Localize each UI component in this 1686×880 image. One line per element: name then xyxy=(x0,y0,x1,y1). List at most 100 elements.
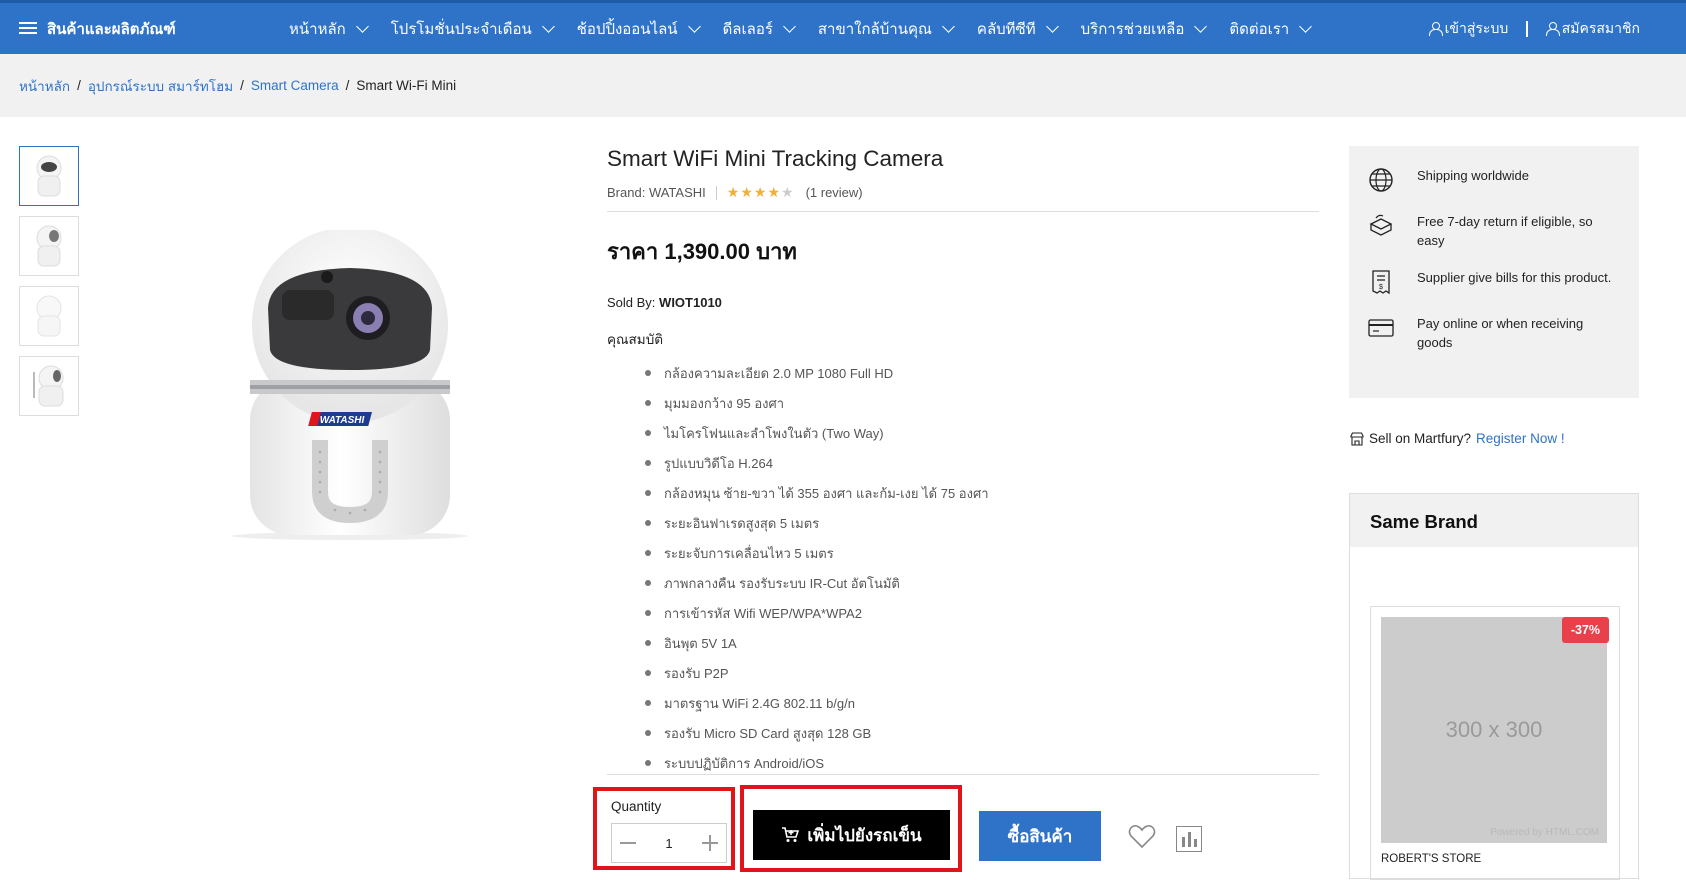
nav-item-online-shopping[interactable]: ช้อปปิ้งออนไลน์ xyxy=(576,17,701,41)
nav-item-dealers[interactable]: ดีลเลอร์ xyxy=(722,17,796,41)
brand-label: Brand: xyxy=(607,185,646,200)
divider xyxy=(715,185,717,200)
placeholder-text: 300 x 300 xyxy=(1445,717,1543,742)
powered-by-text: Powered by HTML.COM xyxy=(1490,827,1599,838)
chevron-down-icon xyxy=(687,19,701,33)
nav-item-branches[interactable]: สาขาใกล้บ้านคุณ xyxy=(817,17,955,41)
seller-name[interactable]: WIOT1010 xyxy=(659,295,722,310)
feature-item: ไมโครโฟนและลำโพงในตัว (Two Way) xyxy=(664,418,1319,448)
top-navbar: สินค้าและผลิตภัณฑ์ หน้าหลัก โปรโมชั่นประ… xyxy=(0,0,1686,54)
category-menu-label: สินค้าและผลิตภัณฑ์ xyxy=(47,20,176,38)
add-to-cart-label: เพิ่มไปยังรถเข็น xyxy=(807,825,922,845)
nav-item-support[interactable]: บริการช่วยเหลือ xyxy=(1080,17,1208,41)
service-text: Shipping worldwide xyxy=(1417,168,1530,183)
register-link[interactable]: สมัครสมาชิก xyxy=(1545,18,1640,40)
service-text: Supplier give bills for this product. xyxy=(1417,270,1612,285)
nav-item-contact[interactable]: ติดต่อเรา xyxy=(1229,17,1313,41)
bill-icon: $ xyxy=(1372,270,1390,295)
breadcrumb-separator: / xyxy=(77,78,81,93)
heart-icon[interactable] xyxy=(1128,824,1156,854)
breadcrumb-home[interactable]: หน้าหลัก xyxy=(19,75,70,97)
product-thumbnails xyxy=(19,146,79,426)
add-to-cart-highlight: เพิ่มไปยังรถเข็น xyxy=(740,785,962,872)
nav-item-label: ดีลเลอร์ xyxy=(722,20,773,38)
login-link[interactable]: เข้าสู่ระบบ xyxy=(1428,18,1509,40)
feature-list: กล้องความละเอียด 2.0 MP 1080 Full HD มุม… xyxy=(664,358,1319,778)
service-text: Pay online or when receiving goods xyxy=(1417,316,1584,350)
sell-text: Sell on Martfury? xyxy=(1369,431,1472,446)
feature-item: รองรับ Micro SD Card สูงสุด 128 GB xyxy=(664,718,1319,748)
store-name[interactable]: ROBERT'S STORE xyxy=(1381,853,1481,865)
feature-item: อินพุต 5V 1A xyxy=(664,628,1319,658)
same-brand-title: Same Brand xyxy=(1350,494,1638,547)
plus-icon[interactable] xyxy=(701,835,718,851)
service-text: Free 7-day return if eligible, so easy xyxy=(1417,214,1593,248)
product-card-image[interactable]: 300 x 300 Powered by HTML.COM xyxy=(1381,617,1607,843)
services-panel: Shipping worldwide Free 7-day return if … xyxy=(1349,146,1639,398)
star-empty-icon: ★ xyxy=(781,184,794,200)
minus-icon[interactable] xyxy=(620,842,636,844)
sold-by-label: Sold By: xyxy=(607,295,656,310)
breadcrumb-current: Smart Wi-Fi Mini xyxy=(356,78,457,93)
features-title: คุณสมบัติ xyxy=(607,332,664,347)
breadcrumb-separator: / xyxy=(240,78,244,93)
register-label: สมัครสมาชิก xyxy=(1561,19,1640,36)
auth-links: เข้าสู่ระบบ สมัครสมาชิก xyxy=(1428,3,1640,54)
camera-brand-logo: WATASHI xyxy=(320,415,365,426)
globe-icon xyxy=(1369,168,1393,192)
nav-item-label: สาขาใกล้บ้านคุณ xyxy=(817,20,932,38)
quantity-stepper: 1 xyxy=(611,823,727,863)
return-box-icon xyxy=(1369,214,1393,236)
sell-on-martfury: Sell on Martfury? Register Now ! xyxy=(1350,431,1565,446)
product-main-image[interactable]: WATASHI xyxy=(220,227,480,540)
login-label: เข้าสู่ระบบ xyxy=(1444,19,1509,36)
same-brand-widget: Same Brand 300 x 300 Powered by HTML.COM… xyxy=(1349,493,1639,880)
star-icon: ★ xyxy=(726,184,740,200)
buy-now-button[interactable]: ซื้อสินค้า xyxy=(979,811,1101,861)
chevron-down-icon xyxy=(1194,19,1208,33)
service-item: Free 7-day return if eligible, so easy xyxy=(1367,212,1621,250)
breadcrumb-separator: / xyxy=(345,78,350,93)
product-card[interactable]: 300 x 300 Powered by HTML.COM -37% ROBER… xyxy=(1370,606,1620,880)
service-item: $ Supplier give bills for this product. xyxy=(1367,268,1621,296)
hamburger-icon[interactable] xyxy=(19,22,37,35)
register-now-link[interactable]: Register Now ! xyxy=(1476,431,1565,446)
quantity-input[interactable]: 1 xyxy=(665,836,672,851)
product-info: Smart WiFi Mini Tracking Camera Brand: W… xyxy=(607,146,1319,778)
add-to-cart-button[interactable]: เพิ่มไปยังรถเข็น xyxy=(753,810,950,860)
nav-item-club[interactable]: คลับทีซีที xyxy=(976,17,1059,41)
star-icon: ★ xyxy=(767,184,780,200)
thumbnail-1[interactable] xyxy=(19,146,79,206)
feature-item: ระยะอินฟาเรดสูงสุด 5 เมตร xyxy=(664,508,1319,538)
thumbnail-4[interactable] xyxy=(19,356,79,416)
nav-item-label: คลับทีซีที xyxy=(976,20,1036,38)
divider xyxy=(1526,20,1528,37)
nav-item-label: บริการช่วยเหลือ xyxy=(1080,20,1185,38)
feature-item: มุมมองกว้าง 95 องศา xyxy=(664,388,1319,418)
discount-badge: -37% xyxy=(1561,617,1609,643)
sold-by: Sold By: WIOT1010 xyxy=(607,295,1319,310)
thumbnail-3[interactable] xyxy=(19,286,79,346)
user-icon xyxy=(1428,22,1443,36)
feature-item: มาตรฐาน WiFi 2.4G 802.11 b/g/n xyxy=(664,688,1319,718)
cart-icon xyxy=(782,827,800,842)
review-count-link[interactable]: (1 review) xyxy=(806,185,863,200)
nav-item-home[interactable]: หน้าหลัก xyxy=(289,17,369,41)
product-title: Smart WiFi Mini Tracking Camera xyxy=(607,146,944,171)
chevron-down-icon xyxy=(1045,19,1059,33)
breadcrumb-category[interactable]: อุปกรณ์ระบบ สมาร์ทโฮม xyxy=(88,75,233,97)
credit-card-icon xyxy=(1368,319,1394,337)
nav-item-label: ติดต่อเรา xyxy=(1229,20,1290,38)
nav-item-label: ช้อปปิ้งออนไลน์ xyxy=(576,20,678,38)
feature-item: รูปแบบวิดีโอ H.264 xyxy=(664,448,1319,478)
brand-link[interactable]: WATASHI xyxy=(649,185,706,200)
feature-item: ภาพกลางคืน รองรับระบบ IR-Cut อัตโนมัติ xyxy=(664,568,1319,598)
compare-icon[interactable] xyxy=(1176,826,1202,852)
brand-row: Brand: WATASHI ★ ★ ★ ★ ★ (1 review) xyxy=(607,184,1319,212)
thumbnail-2[interactable] xyxy=(19,216,79,276)
quantity-label: Quantity xyxy=(611,799,662,814)
category-menu[interactable]: สินค้าและผลิตภัณฑ์ xyxy=(19,17,289,41)
user-add-icon xyxy=(1545,22,1560,36)
nav-item-promotions[interactable]: โปรโมชั่นประจำเดือน xyxy=(391,17,555,41)
breadcrumb-subcategory[interactable]: Smart Camera xyxy=(251,78,339,93)
